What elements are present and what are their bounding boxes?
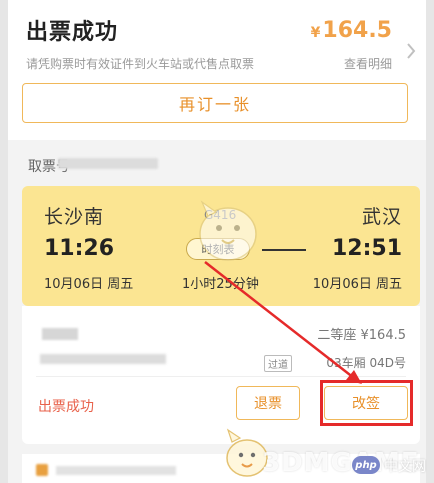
- annotation-highlight-box: [320, 380, 413, 426]
- seat-number: 03车厢 04D号: [326, 356, 406, 370]
- train-info-card: 长沙南 G416 武汉 11:26 时刻表 12:51 10月06日 周五 1小…: [22, 186, 420, 306]
- seat-type-tag: 过道: [264, 355, 292, 372]
- arrival-time: 12:51: [331, 236, 402, 261]
- right-frame: [426, 0, 434, 483]
- price-value: 164.5: [322, 18, 392, 43]
- order-status-title: 出票成功: [26, 20, 119, 45]
- journey-arrow-line: [262, 249, 306, 251]
- passenger-name-redacted: [42, 328, 78, 340]
- refund-button[interactable]: 退票: [236, 386, 300, 420]
- passenger-ticket-status: 出票成功: [38, 399, 94, 415]
- departure-station: 长沙南: [44, 206, 105, 228]
- next-item-redacted: [56, 466, 176, 475]
- site-cn-label: 中文网: [384, 459, 426, 475]
- arrival-date: 10月06日 周五: [312, 277, 402, 292]
- next-item-icon: [36, 464, 48, 476]
- order-status-card[interactable]: 出票成功 ¥164.5 请凭购票时有效证件到火车站或代售点取票 查看明细 再订一…: [8, 0, 426, 140]
- order-price[interactable]: ¥164.5: [311, 18, 392, 43]
- departure-date: 10月06日 周五: [44, 277, 134, 292]
- pickup-hint: 请凭购票时有效证件到火车站或代售点取票: [26, 57, 255, 71]
- arrival-station: 武汉: [361, 206, 402, 228]
- timetable-button[interactable]: 时刻表: [186, 238, 250, 260]
- price-currency: ¥: [310, 25, 321, 41]
- pickup-number-redacted: [58, 158, 158, 169]
- departure-time: 11:26: [44, 236, 115, 261]
- chevron-right-icon[interactable]: [406, 42, 416, 60]
- left-frame: [0, 0, 8, 483]
- passenger-divider: [36, 376, 406, 377]
- seat-class-price: 二等座 ¥164.5: [317, 328, 406, 343]
- php-badge: php: [352, 456, 380, 474]
- train-number: G416: [204, 208, 237, 222]
- passenger-id-redacted: [40, 354, 166, 364]
- view-detail-link[interactable]: 查看明细: [344, 55, 392, 72]
- rebook-button[interactable]: 再订一张: [22, 83, 408, 123]
- trip-duration: 1小时25分钟: [182, 277, 259, 292]
